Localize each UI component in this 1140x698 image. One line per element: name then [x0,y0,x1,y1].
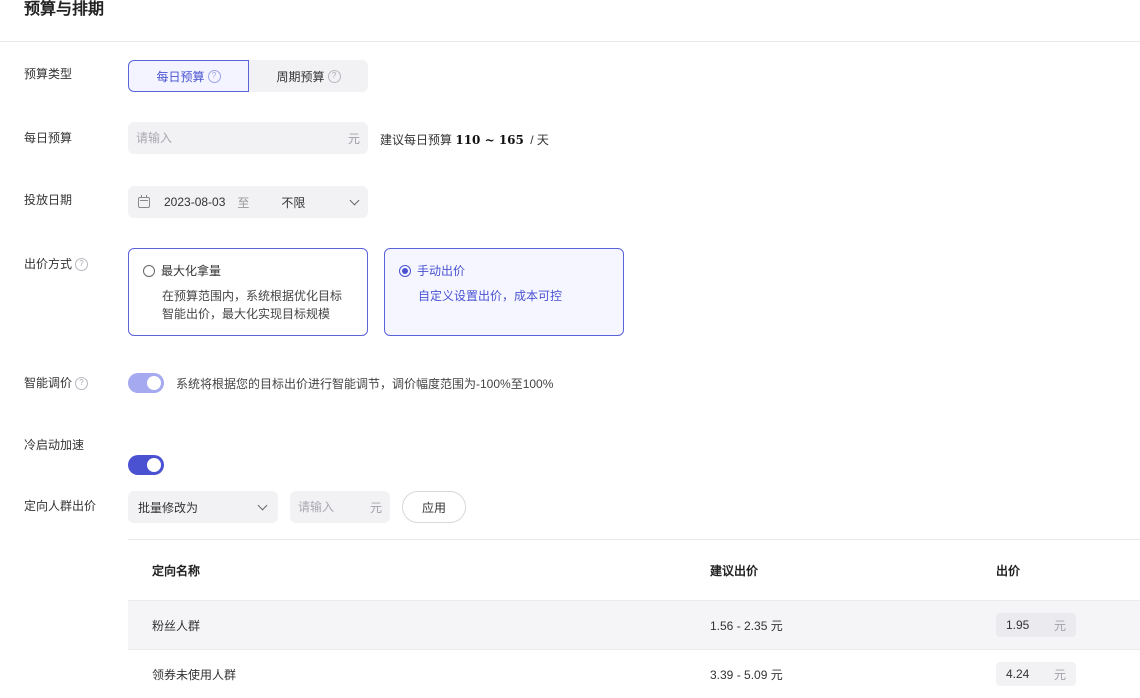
help-icon[interactable]: ? [75,376,89,390]
bid-field[interactable]: 1.95 元 [996,613,1076,637]
calendar-icon [138,194,150,208]
apply-button[interactable]: 应用 [402,491,466,523]
daily-budget-unit: 元 [347,131,360,146]
batch-bid-input[interactable] [298,500,370,514]
smart-adjust-label: 智能调价 ? [24,375,89,391]
budget-type-label: 预算类型 [24,67,73,81]
bid-value[interactable]: 4.24 [1006,667,1029,681]
budget-type-daily-label: 每日预算 [156,69,205,84]
bid-option-title: 手动出价 [417,264,466,278]
batch-bid-unit: 元 [369,500,382,515]
bid-method-label: 出价方式 ? [24,256,89,272]
date-range-picker[interactable]: 2023-08-03 至 不限 [128,186,368,218]
toggle-knob [147,458,161,472]
chevron-down-icon[interactable] [349,195,360,205]
suggestion-prefix: 建议每日预算 [380,133,453,147]
table-row: 领券未使用人群 3.39 - 5.09 元 4.24 元 [128,649,1140,698]
audience-bid-table: 定向名称 建议出价 出价 粉丝人群 1.56 - 2.35 元 1.95 元 领… [128,539,1140,698]
end-date[interactable]: 不限 [281,194,351,211]
bid-method-label-text: 出价方式 [24,257,73,271]
table-header: 定向名称 建议出价 出价 [128,539,1140,600]
bid-option-title: 最大化拿量 [161,264,222,278]
bid-value[interactable]: 1.95 [1006,618,1029,632]
start-date[interactable]: 2023-08-03 [164,195,225,209]
batch-modify-select[interactable]: 批量修改为 [128,491,278,523]
table-row: 粉丝人群 1.56 - 2.35 元 1.95 元 [128,600,1140,649]
bid-unit: 元 [1053,667,1066,682]
budget-type-daily-button[interactable]: 每日预算 ? [128,60,249,92]
bid-field[interactable]: 4.24 元 [996,662,1076,686]
page-title: 预算与排期 [24,1,105,18]
batch-modify-value: 批量修改为 [138,500,199,515]
bid-option-manual[interactable]: 手动出价 自定义设置出价，成本可控 [384,248,624,336]
daily-budget-input[interactable] [136,131,348,145]
help-icon[interactable]: ? [207,69,221,83]
column-header-suggested: 建议出价 [710,563,759,578]
cold-start-toggle[interactable] [128,455,164,475]
budget-suggestion: 建议每日预算 110 ~ 165 / 天 [380,132,549,148]
header-divider [0,41,1140,42]
audience-bid-label: 定向人群出价 [24,499,97,513]
smart-adjust-label-text: 智能调价 [24,376,73,390]
help-icon[interactable]: ? [327,69,341,83]
bid-option-desc: 在预算范围内，系统根据优化目标智能出价，最大化实现目标规模 [162,289,343,321]
column-header-name: 定向名称 [152,563,201,578]
suggestion-suffix: / 天 [530,133,549,147]
radio-icon[interactable] [143,265,155,277]
suggestion-range: 110 ~ 165 [455,133,524,147]
chevron-down-icon [257,500,268,510]
audience-name: 领券未使用人群 [152,667,237,682]
cold-start-label: 冷启动加速 [24,438,85,452]
budget-type-segmented: 每日预算 ? 周期预算 ? [128,60,368,92]
daily-budget-label: 每日预算 [24,131,73,145]
help-icon[interactable]: ? [75,257,89,271]
budget-type-period-button[interactable]: 周期预算 ? [249,60,368,92]
schedule-label: 投放日期 [24,193,73,207]
suggested-bid: 1.56 - 2.35 元 [710,618,783,633]
radio-selected-icon[interactable] [399,265,411,277]
bid-unit: 元 [1053,618,1066,633]
smart-adjust-description: 系统将根据您的目标出价进行智能调节，调价幅度范围为-100%至100% [176,377,554,391]
suggested-bid: 3.39 - 5.09 元 [710,667,783,682]
budget-type-period-label: 周期预算 [276,69,325,84]
date-separator: 至 [237,195,250,210]
column-header-bid: 出价 [996,563,1021,578]
batch-bid-field: 元 [290,491,390,523]
bid-option-max-volume[interactable]: 最大化拿量 在预算范围内，系统根据优化目标智能出价，最大化实现目标规模 [128,248,368,336]
toggle-knob [147,376,161,390]
smart-adjust-toggle[interactable] [128,373,164,393]
audience-name: 粉丝人群 [152,618,201,633]
daily-budget-field: 元 [128,122,368,154]
bid-option-desc: 自定义设置出价，成本可控 [418,289,563,303]
